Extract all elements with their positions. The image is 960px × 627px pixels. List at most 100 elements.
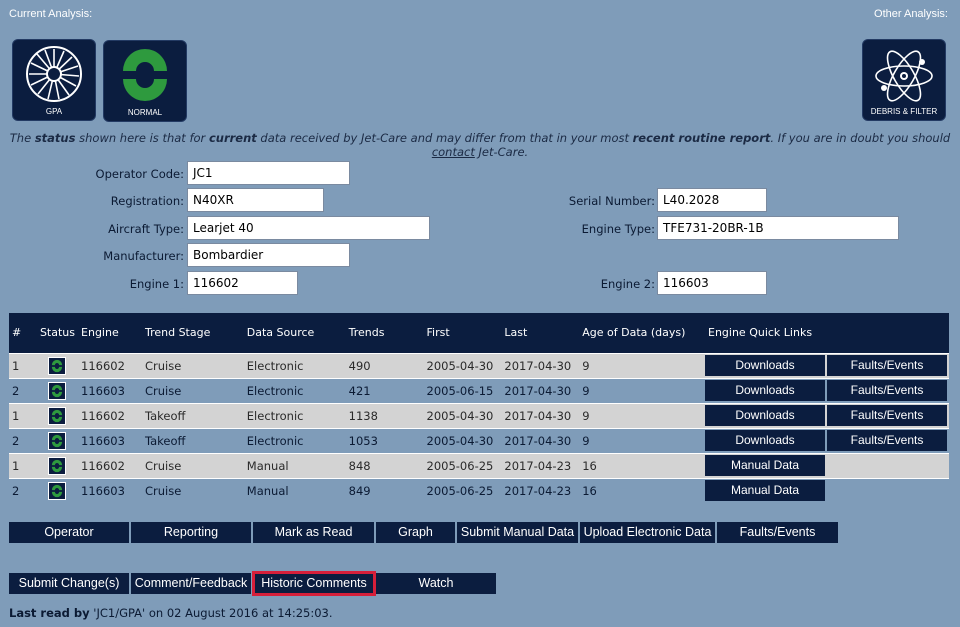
table-row: 1 116602 Cruise Electronic 490 2005-04-30 2017…: [9, 352, 949, 378]
gpa-tile[interactable]: GPA: [12, 39, 96, 121]
row-engine: 116603: [78, 477, 142, 503]
normal-status-tile[interactable]: NORMAL: [103, 40, 187, 122]
row-engine: 116602: [78, 402, 142, 428]
graph-button[interactable]: Graph: [376, 522, 455, 543]
table-header-row: # Status Engine Trend Stage Data Source …: [9, 313, 949, 353]
row-trends: 1053: [345, 427, 424, 453]
normal-tile-label: NORMAL: [127, 108, 163, 117]
faults-events-button[interactable]: Faults/Events: [717, 522, 838, 543]
registration-field[interactable]: N40XR: [187, 188, 324, 212]
historic-comments-button[interactable]: Historic Comments: [252, 571, 376, 596]
col-header-first: First: [423, 313, 502, 353]
row-age: 9: [579, 402, 705, 428]
row-quick-links: Manual Data: [705, 452, 949, 478]
normal-status-icon: [123, 49, 167, 101]
row-first: 2005-04-30: [423, 427, 502, 453]
row-last: 2017-04-23: [501, 452, 580, 478]
row-data-source: Electronic: [243, 377, 346, 403]
row-quick-links: Downloads Faults/Events: [705, 402, 949, 428]
row-trend-stage: Cruise: [141, 477, 244, 503]
normal-status-icon: [48, 431, 67, 450]
row-data-source: Electronic: [243, 352, 346, 378]
row-quick-links: Downloads Faults/Events: [705, 377, 949, 403]
watch-button[interactable]: Watch: [376, 573, 496, 594]
faults-events-link-button[interactable]: Faults/Events: [827, 380, 947, 401]
row-first: 2005-06-15: [423, 377, 502, 403]
submit-changes-button[interactable]: Submit Change(s): [9, 573, 129, 594]
row-engine: 116603: [78, 427, 142, 453]
row-status: [36, 452, 79, 478]
row-quick-links: Downloads Faults/Events: [705, 427, 949, 453]
manufacturer-label: Manufacturer:: [103, 249, 184, 263]
row-num: 1: [9, 402, 37, 428]
engine1-field[interactable]: 116602: [187, 271, 298, 295]
registration-label: Registration:: [110, 194, 184, 208]
comment-feedback-button[interactable]: Comment/Feedback: [131, 573, 251, 594]
mark-as-read-button[interactable]: Mark as Read: [253, 522, 374, 543]
reporting-button[interactable]: Reporting: [131, 522, 251, 543]
last-read-info: Last read by 'JC1/GPA' on 02 August 2016…: [9, 606, 333, 620]
manual-data-link-button[interactable]: Manual Data: [705, 455, 825, 476]
table-row: 1 116602 Takeoff Electronic 1138 2005-04-30 20…: [9, 402, 949, 428]
status-notice: The status shown here is that for curren…: [9, 131, 951, 159]
row-status: [36, 377, 79, 403]
normal-status-icon: [48, 356, 67, 375]
faults-events-link-button[interactable]: Faults/Events: [827, 355, 947, 376]
row-trends: 849: [345, 477, 424, 503]
row-age: 9: [579, 377, 705, 403]
faults-events-link-button[interactable]: Faults/Events: [827, 430, 947, 451]
row-status: [36, 427, 79, 453]
manufacturer-field[interactable]: Bombardier: [187, 243, 350, 267]
operator-button[interactable]: Operator: [9, 522, 129, 543]
downloads-link-button[interactable]: Downloads: [705, 405, 825, 426]
col-header-quick-links: Engine Quick Links: [705, 313, 949, 353]
normal-status-icon: [48, 381, 67, 400]
engine2-field[interactable]: 116603: [657, 271, 767, 295]
row-data-source: Manual: [243, 477, 346, 503]
table-row: 1 116602 Cruise Manual 848 2005-06-25 2017-04-…: [9, 452, 949, 478]
row-last: 2017-04-23: [501, 477, 580, 503]
engine1-label: Engine 1:: [129, 277, 184, 291]
serial-number-field[interactable]: L40.2028: [657, 188, 767, 212]
col-header-trends: Trends: [345, 313, 424, 353]
debris-filter-tile[interactable]: DEBRIS & FILTER: [862, 39, 946, 121]
row-first: 2005-04-30: [423, 352, 502, 378]
row-trend-stage: Takeoff: [141, 402, 244, 428]
row-age: 9: [579, 427, 705, 453]
col-header-age: Age of Data (days): [579, 313, 705, 353]
downloads-link-button[interactable]: Downloads: [705, 380, 825, 401]
row-trends: 490: [345, 352, 424, 378]
submit-manual-data-button[interactable]: Submit Manual Data: [457, 522, 578, 543]
row-engine: 116602: [78, 452, 142, 478]
col-header-status: Status: [36, 313, 79, 353]
row-trends: 421: [345, 377, 424, 403]
row-trend-stage: Cruise: [141, 452, 244, 478]
row-num: 2: [9, 427, 37, 453]
normal-status-icon: [48, 481, 67, 500]
downloads-link-button[interactable]: Downloads: [705, 355, 825, 376]
row-status: [36, 352, 79, 378]
aircraft-type-field[interactable]: Learjet 40: [187, 216, 430, 240]
row-last: 2017-04-30: [501, 352, 580, 378]
row-engine: 116602: [78, 352, 142, 378]
contact-link[interactable]: contact: [432, 145, 475, 159]
engine-type-field[interactable]: TFE731-20BR-1B: [657, 216, 899, 240]
row-num: 2: [9, 377, 37, 403]
faults-events-link-button[interactable]: Faults/Events: [827, 405, 947, 426]
engine2-label: Engine 2:: [600, 277, 655, 291]
manual-data-link-button[interactable]: Manual Data: [705, 480, 825, 502]
row-data-source: Manual: [243, 452, 346, 478]
row-num: 2: [9, 477, 37, 503]
other-analysis-label: Other Analysis:: [874, 8, 948, 20]
engine-type-label: Engine Type:: [581, 222, 655, 236]
row-age: 16: [579, 452, 705, 478]
upload-electronic-data-button[interactable]: Upload Electronic Data: [580, 522, 715, 543]
row-trend-stage: Cruise: [141, 352, 244, 378]
row-status: [36, 402, 79, 428]
operator-code-field[interactable]: JC1: [187, 161, 350, 185]
row-last: 2017-04-30: [501, 402, 580, 428]
downloads-link-button[interactable]: Downloads: [705, 430, 825, 451]
turbine-icon: [26, 46, 82, 102]
col-header-num: #: [9, 313, 37, 353]
current-analysis-label: Current Analysis:: [9, 8, 93, 20]
